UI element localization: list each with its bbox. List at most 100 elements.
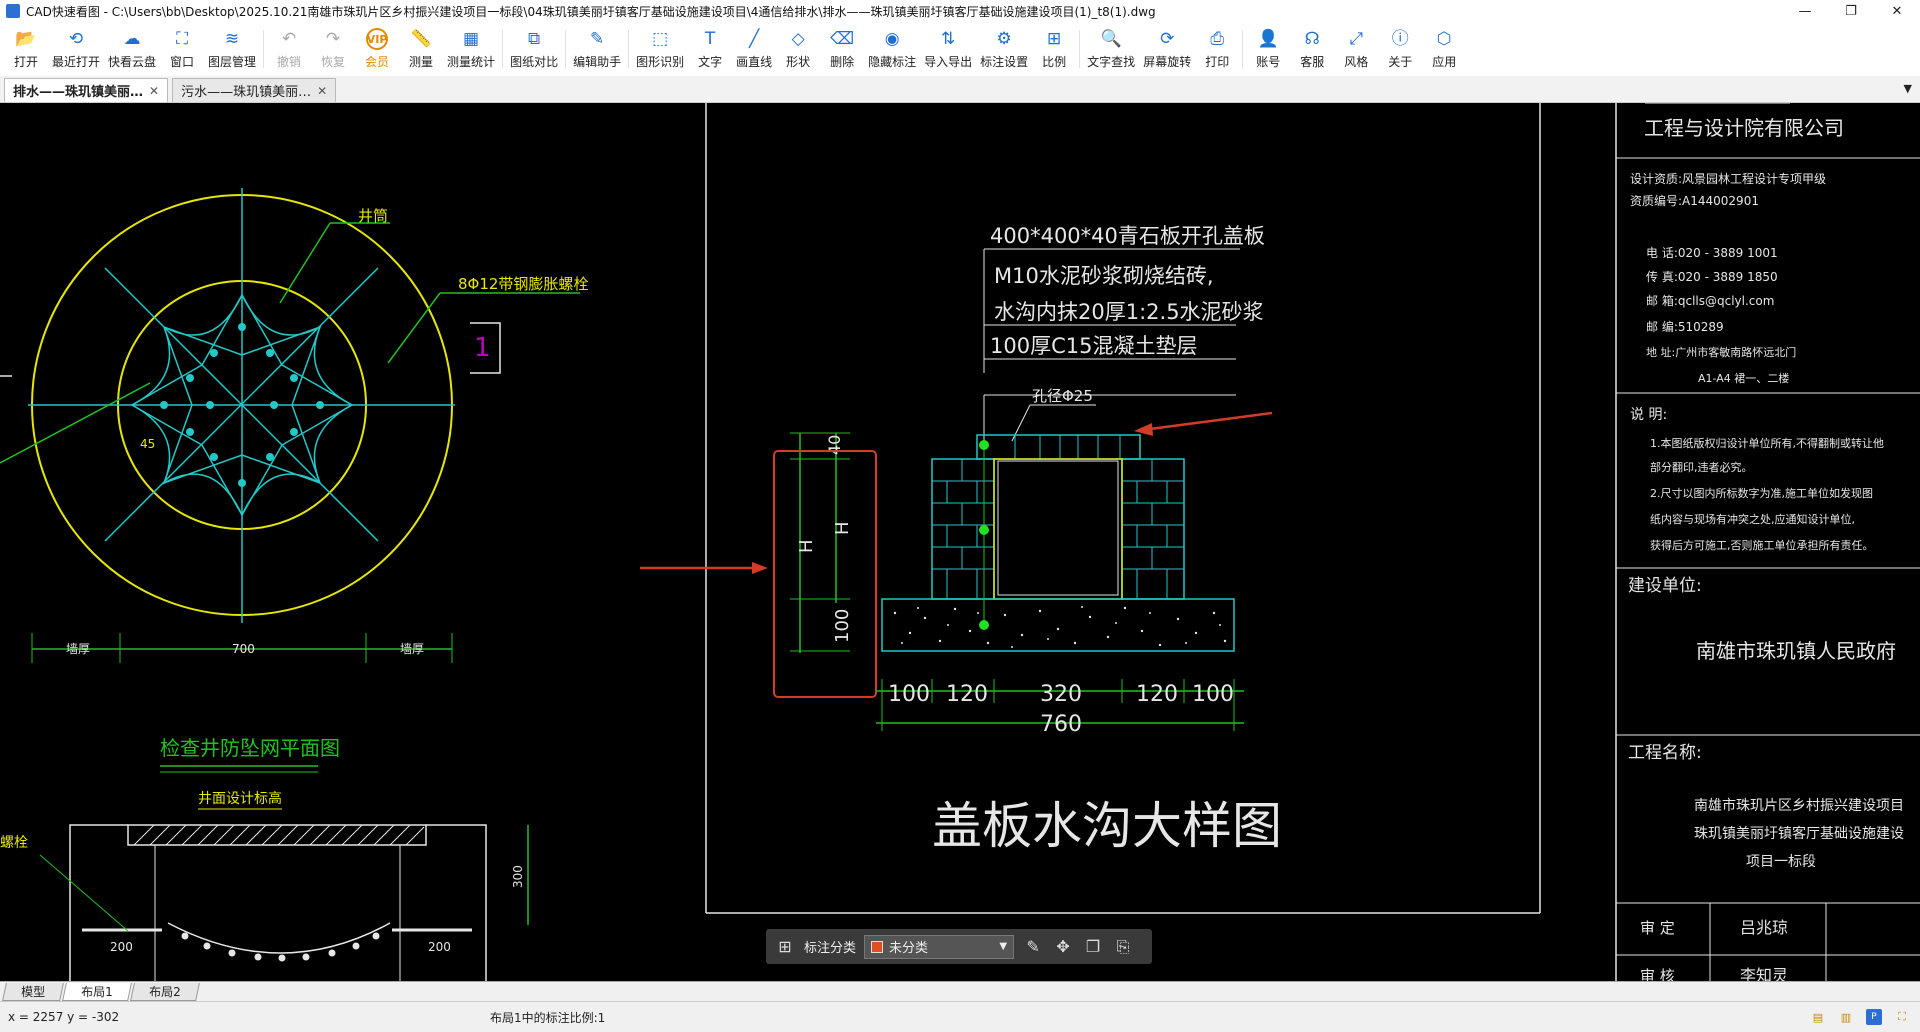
- line-icon: ╱: [748, 28, 760, 49]
- annotation-category-select[interactable]: 未分类 ▼: [864, 934, 1015, 959]
- note-1: 1.本图纸版权归设计单位所有,不得翻制或转让他: [1650, 436, 1884, 450]
- layout-tabs: 模型 布局1 布局2: [0, 981, 1920, 1001]
- scale-button[interactable]: ⊞ 比例: [1032, 22, 1076, 76]
- zip: 邮 编:510289: [1646, 319, 1724, 334]
- spec-plaster: 水沟内抹20厚1:2.5水泥砂浆: [994, 300, 1264, 324]
- folder-status-icon[interactable]: ▤: [1810, 1009, 1826, 1025]
- document-tab-bar: 排水——珠玑镇美丽… ✕ 污水——珠玑镇美丽… ✕ ▼: [0, 76, 1920, 103]
- hide-anno-button[interactable]: ◉ 隐藏标注: [864, 22, 920, 76]
- layers-icon: ≋: [224, 28, 240, 49]
- move-icon[interactable]: ✥: [1052, 937, 1074, 956]
- export-status-icon[interactable]: ▥: [1838, 1009, 1854, 1025]
- dim-700: 700: [232, 642, 255, 656]
- category-value: 未分类: [889, 941, 929, 956]
- tel: 电 话:020 - 3889 1001: [1646, 246, 1778, 260]
- line-button[interactable]: ╱ 画直线: [732, 22, 776, 76]
- client-name: 南雄市珠玑镇人民政府: [1696, 639, 1896, 663]
- style-button[interactable]: ⤢ 风格: [1334, 22, 1378, 76]
- tab-list-dropdown-icon[interactable]: ▼: [1904, 82, 1912, 95]
- vip-button[interactable]: VIP 会员: [355, 22, 399, 76]
- import-export-label: 导入导出: [924, 55, 973, 69]
- spec-cover-plate: 400*400*40青石板开孔盖板: [990, 224, 1265, 248]
- import-export-button[interactable]: ⇅ 导入导出: [920, 22, 976, 76]
- stats-icon: ▦: [463, 28, 480, 49]
- undo-icon: ↶: [281, 28, 297, 49]
- apps-label: 应用: [1432, 55, 1457, 69]
- shape-button[interactable]: ◇ 形状: [776, 22, 820, 76]
- copy-icon[interactable]: ❐: [1082, 937, 1104, 956]
- anno-settings-button[interactable]: ⚙ 标注设置: [976, 22, 1032, 76]
- edit-helper-icon: ✎: [589, 28, 605, 49]
- dim-200-right: 200: [428, 940, 451, 954]
- layout-tab-layout2[interactable]: 布局2: [129, 982, 200, 1001]
- layout-tab-model[interactable]: 模型: [2, 982, 64, 1001]
- window-title: CAD快速看图 - C:\Users\bb\Desktop\2025.10.21…: [26, 4, 1156, 19]
- bolt-partial-label: 螺栓: [0, 835, 28, 851]
- open-button[interactable]: 📂 打开: [4, 22, 48, 76]
- maximize-button[interactable]: ❐: [1828, 0, 1874, 22]
- print-button[interactable]: ⎙ 打印: [1195, 22, 1239, 76]
- layers-button[interactable]: ≋ 图层管理: [204, 22, 260, 76]
- paste-icon[interactable]: ⎘: [1112, 937, 1134, 957]
- clock-icon: ⟲: [68, 28, 84, 49]
- tab-drainage[interactable]: 排水——珠玑镇美丽… ✕: [4, 78, 169, 102]
- edit-helper-button[interactable]: ✎ 编辑助手: [569, 22, 625, 76]
- angle-label: 45: [140, 437, 155, 451]
- headset-icon: ☊: [1304, 28, 1320, 49]
- tab-sewage[interactable]: 污水——珠玑镇美丽… ✕: [172, 78, 337, 102]
- style-label: 风格: [1344, 55, 1369, 69]
- fax: 传 真:020 - 3889 1850: [1646, 269, 1778, 284]
- dim-320: 320: [1040, 682, 1082, 707]
- close-tab-icon[interactable]: ✕: [149, 84, 159, 98]
- pdf-convert-icon[interactable]: P: [1866, 1009, 1882, 1025]
- service-button[interactable]: ☊ 客服: [1290, 22, 1334, 76]
- apps-button[interactable]: ⬡ 应用: [1422, 22, 1466, 76]
- detail-title: 盖板水沟大样图: [932, 797, 1282, 855]
- erase-button[interactable]: ⌫ 删除: [820, 22, 864, 76]
- edit-icon[interactable]: ✎: [1022, 937, 1044, 956]
- shape-recog-icon: ⬚: [652, 28, 669, 49]
- compare-icon: ⧉: [527, 28, 541, 49]
- grid-icon[interactable]: ⊞: [774, 937, 796, 956]
- compare-button[interactable]: ⧉ 图纸对比: [506, 22, 562, 76]
- dim-120-right: 120: [1136, 682, 1178, 707]
- cloud-label: 快看云盘: [108, 55, 157, 69]
- style-icon: ⤢: [1349, 28, 1363, 49]
- undo-button[interactable]: ↶ 撤销: [267, 22, 311, 76]
- shape-icon: ◇: [791, 28, 805, 49]
- cloud-icon: ☁: [123, 28, 141, 49]
- close-tab-icon[interactable]: ✕: [317, 84, 327, 98]
- minimize-button[interactable]: —: [1782, 0, 1828, 22]
- note-2: 2.尺寸以图内所标数字为准,施工单位如发现图: [1650, 486, 1873, 500]
- cloud-button[interactable]: ☁ 快看云盘: [104, 22, 160, 76]
- window-button[interactable]: ⛶ 窗口: [160, 22, 204, 76]
- printer-icon: ⎙: [1210, 28, 1224, 49]
- about-button[interactable]: ⓘ 关于: [1378, 22, 1422, 76]
- cert-qualification: 设计资质:风景园林工程设计专项甲级: [1630, 171, 1826, 186]
- redo-button[interactable]: ↷ 恢复: [311, 22, 355, 76]
- layout-tab-label: 布局1: [81, 984, 113, 999]
- text-search-button[interactable]: 🔍 文字查找: [1083, 22, 1139, 76]
- recent-label: 最近打开: [52, 55, 101, 69]
- dim-200-left: 200: [110, 940, 133, 954]
- app-logo-icon: [6, 4, 20, 18]
- toolbar-separator: [1242, 30, 1244, 68]
- recent-button[interactable]: ⟲ 最近打开: [48, 22, 104, 76]
- spec-concrete: 100厚C15混凝土垫层: [990, 334, 1197, 358]
- review-label: 审 核: [1640, 967, 1675, 981]
- drawing-canvas[interactable]: 井筒 8Φ12带钢膨胀螺栓 45 1 墙厚 700 墙厚 检查井防坠网平面图 井…: [0, 103, 1920, 981]
- toolbar-separator: [263, 30, 265, 68]
- text-button[interactable]: T 文字: [688, 22, 732, 76]
- account-button[interactable]: 👤 账号: [1246, 22, 1290, 76]
- bolt-label: 8Φ12带钢膨胀螺栓: [458, 275, 588, 293]
- measure-stats-button[interactable]: ▦ 测量统计: [443, 22, 499, 76]
- project-label: 工程名称:: [1628, 743, 1702, 763]
- close-button[interactable]: ✕: [1874, 0, 1920, 22]
- project-name-2: 珠玑镇美丽圩镇客厅基础设施建设: [1694, 825, 1904, 842]
- shape-recog-button[interactable]: ⬚ 图形识别: [632, 22, 688, 76]
- rotate-button[interactable]: ⟳ 屏幕旋转: [1139, 22, 1195, 76]
- dim-100-vertical: 100: [832, 609, 853, 643]
- measure-button[interactable]: 📏 测量: [399, 22, 443, 76]
- fullscreen-icon[interactable]: ⛶: [1894, 1009, 1910, 1025]
- layout-tab-layout1[interactable]: 布局1: [62, 982, 132, 1001]
